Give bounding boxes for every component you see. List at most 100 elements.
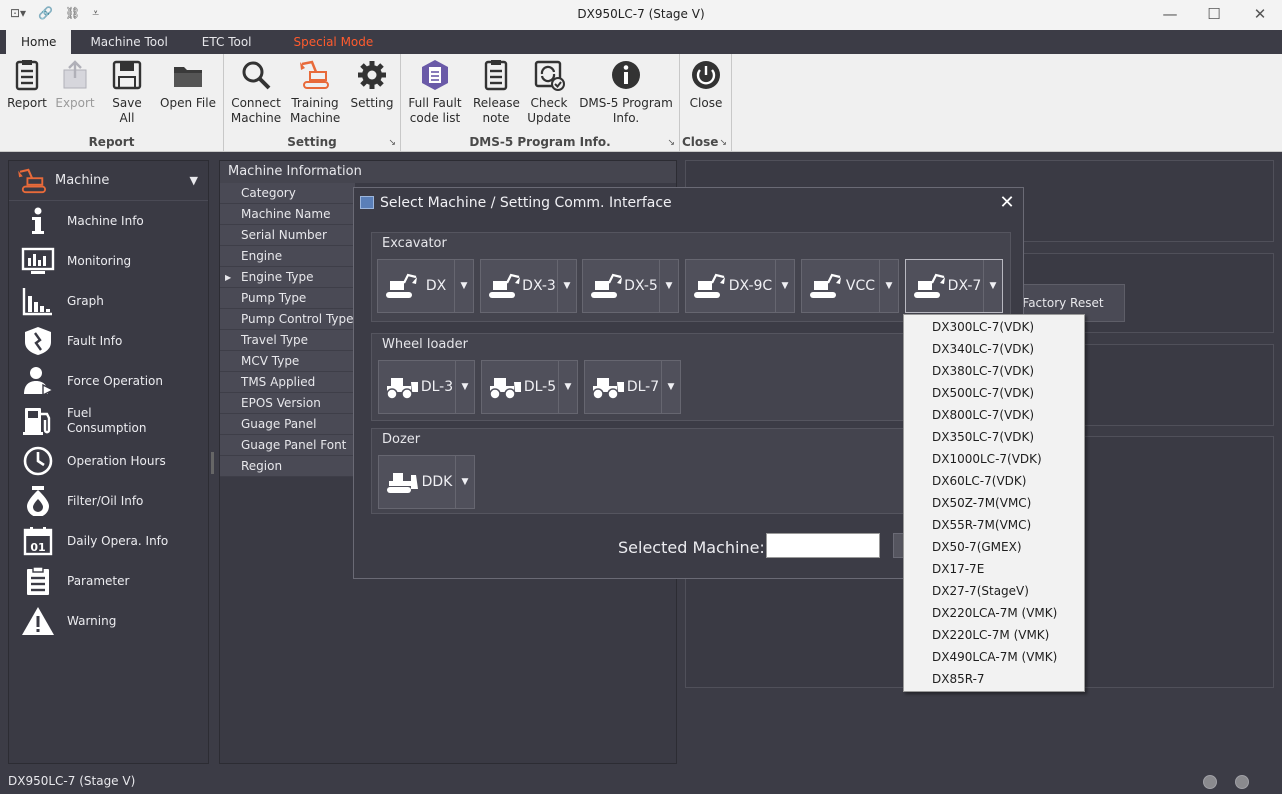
machine-button-ddk[interactable]: DDK ▼ — [378, 455, 475, 509]
list-item[interactable]: DX27-7(StageV) — [904, 580, 1084, 602]
machine-button-dl-7[interactable]: DL-7 ▼ — [584, 360, 681, 414]
dropdown-arrow-icon[interactable]: ▼ — [454, 260, 473, 312]
prop-engine-type[interactable]: ▶ Engine Type — [220, 267, 355, 288]
folder-icon — [174, 67, 202, 87]
dropdown-arrow-icon[interactable]: ▼ — [983, 260, 1002, 312]
export-button[interactable]: Export — [54, 58, 96, 111]
left-navigation: Machine ▼ Machine Info Monitoring Graph … — [8, 160, 209, 764]
dropdown-arrow-icon[interactable]: ▼ — [775, 260, 794, 312]
prop-category[interactable]: Category — [220, 183, 355, 204]
list-item[interactable]: DX500LC-7(VDK) — [904, 382, 1084, 404]
oil-drop-icon — [27, 486, 49, 516]
tab-machine-tool[interactable]: Machine Tool — [75, 30, 182, 54]
nav-item-warning[interactable]: Warning — [9, 601, 208, 641]
list-item[interactable]: DX85R-7 — [904, 668, 1084, 690]
list-item[interactable]: DX17-7E — [904, 558, 1084, 580]
open-file-button[interactable]: Open File — [160, 58, 216, 111]
prop-region[interactable]: Region — [220, 456, 355, 477]
dialog-launcher-icon[interactable]: ↘ — [388, 138, 396, 148]
calendar-icon: 01 — [23, 527, 53, 556]
dialog-launcher-icon[interactable]: ↘ — [719, 138, 727, 148]
excavator-icon — [386, 273, 417, 298]
wheel-loader-icon — [489, 378, 521, 400]
prop-epos-version[interactable]: EPOS Version — [220, 393, 355, 414]
dropdown-arrow-icon[interactable]: ▼ — [558, 361, 577, 413]
tab-home[interactable]: Home — [6, 30, 72, 54]
prop-guage-panel-version[interactable]: Guage Panel Version — [220, 414, 355, 452]
prop-pump-control-type[interactable]: Pump Control Type — [220, 309, 355, 330]
maximize-button[interactable]: ☐ — [1199, 4, 1229, 26]
minimize-button[interactable]: — — [1155, 4, 1185, 26]
list-item[interactable]: DX1000LC-7(VDK) — [904, 448, 1084, 470]
prop-guage-panel-font-version[interactable]: Guage Panel Font Ve — [220, 435, 355, 473]
machine-button-vcc[interactable]: VCC ▼ — [801, 259, 899, 313]
chevron-down-icon[interactable]: ▼ — [190, 174, 198, 187]
machine-button-dl-3[interactable]: DL-3 ▼ — [378, 360, 475, 414]
panel-splitter[interactable] — [211, 452, 214, 474]
close-button[interactable]: Close — [684, 58, 728, 111]
machine-info-title: Machine Information — [220, 161, 676, 183]
nav-item-machine-info[interactable]: Machine Info — [9, 201, 208, 241]
prop-tms-applied[interactable]: TMS Applied — [220, 372, 355, 393]
list-item[interactable]: DX50Z-7M(VMC) — [904, 492, 1084, 514]
list-item[interactable]: DX55R-7M(VMC) — [904, 514, 1084, 536]
nav-item-graph[interactable]: Graph — [9, 281, 208, 321]
close-window-button[interactable]: ✕ — [1245, 4, 1275, 26]
list-item[interactable]: DX60LC-7(VDK) — [904, 470, 1084, 492]
fault-code-list-icon — [422, 60, 448, 90]
full-fault-code-button[interactable]: Full Fault code list — [407, 58, 463, 126]
nav-machine-header[interactable]: Machine ▼ — [9, 161, 208, 201]
connect-machine-button[interactable]: Connect Machine — [230, 58, 282, 126]
nav-item-parameter[interactable]: Parameter — [9, 561, 208, 601]
machine-button-dx-7[interactable]: DX-7 ▼ — [905, 259, 1003, 313]
prop-engine-manufacturer[interactable]: Engine Manufacturer — [220, 246, 355, 284]
nav-item-operation-hours[interactable]: Operation Hours — [9, 441, 208, 481]
machine-button-dl-5[interactable]: DL-5 ▼ — [481, 360, 578, 414]
prop-serial-number[interactable]: Serial Number — [220, 225, 355, 246]
prop-mcv-type[interactable]: MCV Type — [220, 351, 355, 372]
dropdown-arrow-icon[interactable]: ▼ — [455, 361, 474, 413]
prop-pump-type[interactable]: Pump Type — [220, 288, 355, 309]
list-item[interactable]: DX490LCA-7M (VMK) — [904, 646, 1084, 668]
save-all-button[interactable]: Save All — [104, 58, 150, 126]
prop-machine-name[interactable]: Machine Name — [220, 204, 355, 225]
list-item[interactable]: DX340LC-7(VDK) — [904, 338, 1084, 360]
release-note-button[interactable]: Release note — [473, 58, 520, 126]
check-update-button[interactable]: Check Update — [527, 58, 571, 126]
dialog-launcher-icon[interactable]: ↘ — [667, 138, 675, 148]
tab-etc-tool[interactable]: ETC Tool — [187, 30, 267, 54]
warning-icon — [22, 607, 54, 635]
dialog-close-button[interactable]: ✕ — [997, 193, 1017, 213]
dropdown-arrow-icon[interactable]: ▼ — [557, 260, 576, 312]
dialog-title-bar: Select Machine / Setting Comm. Interface… — [354, 188, 1023, 218]
prop-travel-type[interactable]: Travel Type — [220, 330, 355, 351]
clock-icon — [23, 446, 53, 476]
list-item[interactable]: DX50-7(GMEX) — [904, 536, 1084, 558]
machine-button-dx-3[interactable]: DX-3 ▼ — [480, 259, 577, 313]
dropdown-arrow-icon[interactable]: ▼ — [659, 260, 678, 312]
setting-button[interactable]: Setting — [350, 58, 394, 111]
nav-item-monitoring[interactable]: Monitoring — [9, 241, 208, 281]
nav-item-fuel-consumption[interactable]: Fuel Consumption — [9, 401, 208, 441]
list-item[interactable]: DX380LC-7(VDK) — [904, 360, 1084, 382]
list-item[interactable]: DX220LC-7M (VMK) — [904, 624, 1084, 646]
machine-button-dx-9c[interactable]: DX-9C ▼ — [685, 259, 795, 313]
training-machine-button[interactable]: Training Machine — [290, 58, 340, 126]
nav-item-fault-info[interactable]: Fault Info — [9, 321, 208, 361]
nav-item-force-operation[interactable]: Force Operation — [9, 361, 208, 401]
dms-program-info-button[interactable]: DMS-5 Program Info. — [579, 58, 673, 126]
list-item[interactable]: DX350LC-7(VDK) — [904, 426, 1084, 448]
report-button[interactable]: Report — [6, 58, 48, 111]
list-item[interactable]: DX300LC-7(VDK) — [904, 316, 1084, 338]
nav-item-filter-oil-info[interactable]: Filter/Oil Info — [9, 481, 208, 521]
selected-machine-field[interactable] — [766, 533, 880, 558]
machine-button-dx[interactable]: DX ▼ — [377, 259, 474, 313]
dropdown-arrow-icon[interactable]: ▼ — [661, 361, 680, 413]
list-item[interactable]: DX800LC-7(VDK) — [904, 404, 1084, 426]
dropdown-arrow-icon[interactable]: ▼ — [455, 456, 474, 508]
list-item[interactable]: DX220LCA-7M (VMK) — [904, 602, 1084, 624]
nav-item-daily-opera-info[interactable]: 01 Daily Opera. Info — [9, 521, 208, 561]
machine-button-dx-5[interactable]: DX-5 ▼ — [582, 259, 679, 313]
dropdown-arrow-icon[interactable]: ▼ — [879, 260, 898, 312]
tab-special-mode[interactable]: Special Mode — [279, 30, 389, 54]
